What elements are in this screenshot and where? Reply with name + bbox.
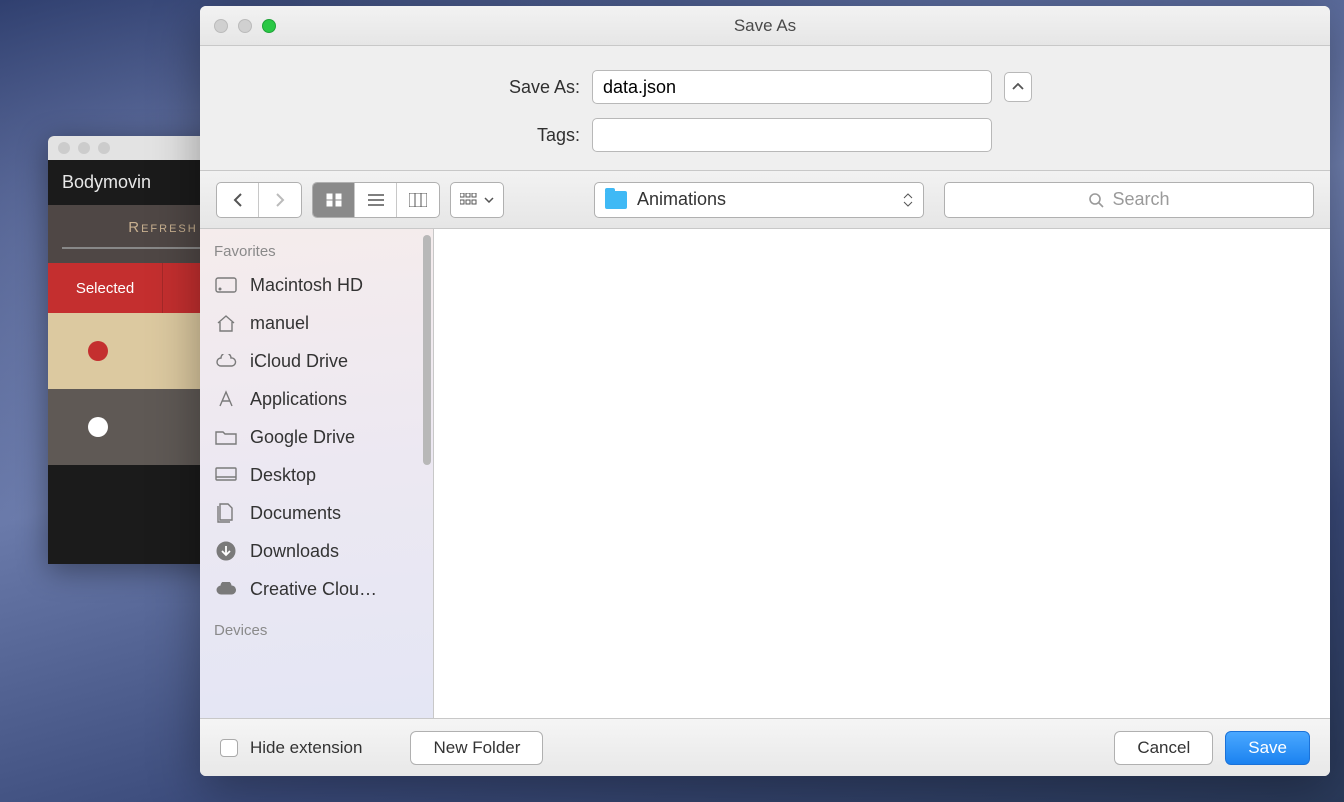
file-list-area[interactable]	[434, 229, 1330, 718]
tags-input[interactable]	[592, 118, 992, 152]
columns-icon	[409, 193, 427, 207]
sidebar-item-desktop[interactable]: Desktop	[200, 456, 433, 494]
dialog-title: Save As	[200, 16, 1330, 36]
chevron-up-icon	[1012, 83, 1024, 91]
tags-label: Tags:	[230, 125, 580, 146]
arrange-icon	[460, 193, 480, 207]
chevron-down-icon	[484, 197, 494, 203]
traffic-light-minimize[interactable]	[238, 19, 252, 33]
sidebar-item-downloads[interactable]: Downloads	[200, 532, 433, 570]
sidebar-item-label: Documents	[250, 503, 341, 524]
disk-icon	[214, 274, 238, 296]
downloads-icon	[214, 540, 238, 562]
forward-button[interactable]	[259, 183, 301, 217]
sidebar-item-label: iCloud Drive	[250, 351, 348, 372]
arrange-button-group	[450, 182, 504, 218]
folder-name: Animations	[637, 189, 726, 210]
view-buttons	[312, 182, 440, 218]
dialog-footer: Hide extension New Folder Cancel Save	[200, 718, 1330, 776]
save-as-label: Save As:	[230, 77, 580, 98]
new-folder-button[interactable]: New Folder	[410, 731, 543, 765]
icon-view-button[interactable]	[313, 183, 355, 217]
save-form: Save As: Tags:	[200, 46, 1330, 171]
sidebar-item-documents[interactable]: Documents	[200, 494, 433, 532]
search-placeholder: Search	[1112, 189, 1169, 210]
chevron-left-icon	[232, 192, 244, 208]
dialog-titlebar[interactable]: Save As	[200, 6, 1330, 46]
save-as-dialog: Save As Save As: Tags:	[200, 6, 1330, 776]
selected-dot-icon	[88, 341, 108, 361]
traffic-light-close[interactable]	[58, 142, 70, 154]
folder-icon	[214, 426, 238, 448]
sidebar-item-label: Macintosh HD	[250, 275, 363, 296]
grid-icon	[326, 193, 342, 207]
sidebar-item-applications[interactable]: Applications	[200, 380, 433, 418]
scrollbar[interactable]	[423, 235, 431, 465]
devices-heading: Devices	[200, 608, 433, 645]
browser-body: Favorites Macintosh HD manuel iCloud Dri…	[200, 229, 1330, 718]
stepper-icon	[903, 193, 913, 207]
favorites-heading: Favorites	[200, 229, 433, 266]
save-as-input[interactable]	[592, 70, 992, 104]
unselected-dot-icon	[88, 417, 108, 437]
hide-extension-checkbox[interactable]	[220, 739, 238, 757]
cloud-icon	[214, 350, 238, 372]
sidebar-item-icloud[interactable]: iCloud Drive	[200, 342, 433, 380]
sidebar-item-label: Applications	[250, 389, 347, 410]
column-selected[interactable]: Selected	[48, 263, 163, 313]
collapse-button[interactable]	[1004, 72, 1032, 102]
sidebar-item-creative-cloud[interactable]: Creative Clou…	[200, 570, 433, 608]
applications-icon	[214, 388, 238, 410]
refresh-label: Refresh	[128, 219, 197, 236]
sidebar-item-label: Google Drive	[250, 427, 355, 448]
sidebar-item-google-drive[interactable]: Google Drive	[200, 418, 433, 456]
traffic-light-minimize[interactable]	[78, 142, 90, 154]
arrange-button[interactable]	[451, 183, 503, 217]
nav-buttons	[216, 182, 302, 218]
sidebar-item-home[interactable]: manuel	[200, 304, 433, 342]
save-button[interactable]: Save	[1225, 731, 1310, 765]
search-icon	[1088, 192, 1104, 208]
traffic-light-zoom[interactable]	[98, 142, 110, 154]
cancel-button[interactable]: Cancel	[1114, 731, 1213, 765]
column-view-button[interactable]	[397, 183, 439, 217]
sidebar-item-label: Desktop	[250, 465, 316, 486]
sidebar[interactable]: Favorites Macintosh HD manuel iCloud Dri…	[200, 229, 434, 718]
home-icon	[214, 312, 238, 334]
traffic-light-zoom[interactable]	[262, 19, 276, 33]
list-view-button[interactable]	[355, 183, 397, 217]
hide-extension-label: Hide extension	[250, 738, 362, 758]
chevron-right-icon	[274, 192, 286, 208]
back-button[interactable]	[217, 183, 259, 217]
folder-select[interactable]: Animations	[594, 182, 924, 218]
sidebar-item-label: manuel	[250, 313, 309, 334]
folder-icon	[605, 191, 627, 209]
sidebar-item-label: Downloads	[250, 541, 339, 562]
traffic-light-close[interactable]	[214, 19, 228, 33]
desktop-icon	[214, 464, 238, 486]
list-icon	[368, 193, 384, 207]
creative-cloud-icon	[214, 578, 238, 600]
bodymovin-title: Bodymovin	[62, 172, 151, 193]
sidebar-item-label: Creative Clou…	[250, 579, 377, 600]
documents-icon	[214, 502, 238, 524]
sidebar-item-macintosh-hd[interactable]: Macintosh HD	[200, 266, 433, 304]
browser-toolbar: Animations Search	[200, 171, 1330, 229]
search-field[interactable]: Search	[944, 182, 1314, 218]
